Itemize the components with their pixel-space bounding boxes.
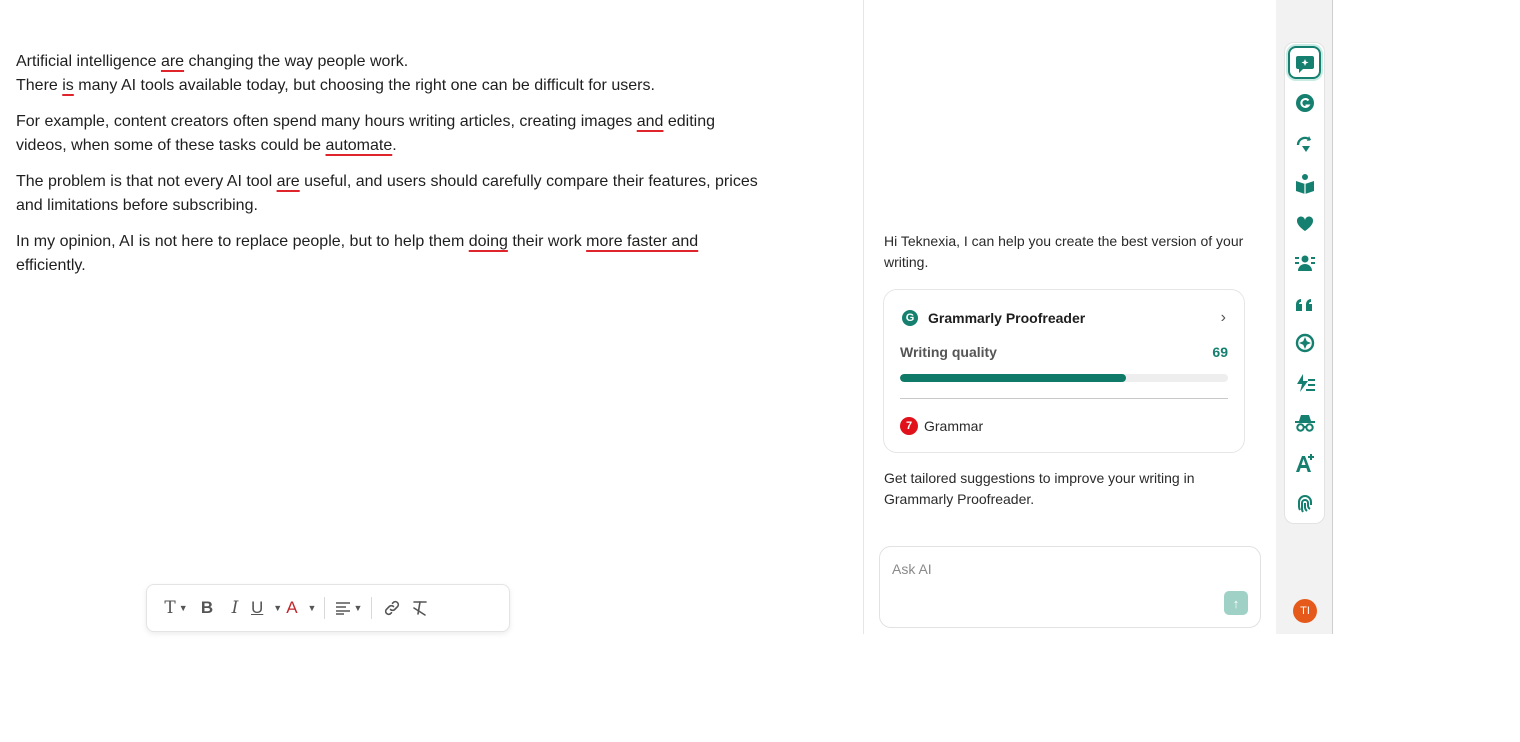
ask-ai-input[interactable]: [892, 561, 1192, 577]
tools-rail-box: [1284, 42, 1325, 524]
text-segment: For example, content creators often spen…: [16, 113, 637, 130]
align-left-icon: [335, 602, 350, 615]
chevron-down-icon: ▼: [307, 603, 317, 613]
text-segment: changing the way people work.: [184, 53, 409, 70]
text-segment: In my opinion, AI is not here to replace…: [16, 233, 469, 250]
rail-button-heart-hands[interactable]: [1288, 206, 1321, 239]
rail-button-incognito[interactable]: [1288, 406, 1321, 439]
document-text[interactable]: Artificial intelligence are changing the…: [16, 50, 816, 290]
proofreader-card[interactable]: G Grammarly Proofreader › Writing qualit…: [883, 289, 1245, 453]
grammar-label: Grammar: [924, 418, 984, 434]
quote-icon: [1295, 298, 1312, 311]
rail-button-ai-detector[interactable]: [1288, 326, 1321, 359]
paragraph[interactable]: In my opinion, AI is not here to replace…: [16, 230, 816, 278]
tailored-suggestions-text: Get tailored suggestions to improve your…: [884, 470, 1195, 507]
card-divider: [900, 398, 1228, 399]
document-editor[interactable]: Artificial intelligence are changing the…: [0, 0, 863, 634]
chevron-down-icon: ▼: [178, 603, 188, 613]
proofreader-card-header[interactable]: G Grammarly Proofreader ›: [902, 308, 1226, 328]
grammarly-logo-icon: G: [902, 310, 918, 326]
text-style-button[interactable]: T ▼: [161, 593, 191, 623]
font-plus-icon: [1295, 453, 1314, 472]
underline-icon: U: [251, 598, 264, 617]
chevron-down-icon: ▼: [353, 603, 363, 613]
text-segment: Artificial intelligence: [16, 53, 161, 70]
user-avatar[interactable]: TI: [1293, 599, 1317, 623]
grammar-count-badge: 7: [900, 417, 918, 435]
heart-hands-icon: [1296, 215, 1313, 231]
text-segment: useful, and users should carefully compa…: [299, 173, 758, 190]
rail-button-grammarly-logo[interactable]: [1288, 86, 1321, 119]
arrow-up-icon: ↑: [1232, 595, 1240, 611]
grammar-error-highlight[interactable]: more faster and: [586, 233, 698, 250]
chevron-right-icon[interactable]: ›: [1221, 309, 1226, 327]
chevron-down-icon: ▼: [273, 603, 283, 613]
chat-sparkle-icon: [1295, 55, 1314, 73]
rail-button-chat-sparkle[interactable]: [1288, 46, 1321, 79]
clear-format-icon: [413, 601, 428, 616]
text-segment: There: [16, 77, 63, 94]
assistant-greeting: Hi Teknexia, I can help you create the b…: [884, 233, 1244, 270]
paragraph[interactable]: The problem is that not every AI tool ar…: [16, 170, 816, 218]
ask-ai-box[interactable]: ↑: [879, 546, 1261, 628]
writing-quality-score: 69: [1212, 344, 1228, 360]
text-segment: their work: [507, 233, 587, 250]
rail-button-reader-book[interactable]: [1288, 166, 1321, 199]
writing-quality-row: Writing quality 69: [900, 344, 1228, 360]
rail-button-paraphrase[interactable]: [1288, 126, 1321, 159]
text-style-icon: T: [164, 598, 176, 618]
text-segment: The problem is that not every AI tool: [16, 173, 277, 190]
writing-quality-bar: [900, 374, 1228, 382]
toolbar-divider: [324, 597, 326, 619]
fingerprint-icon: [1297, 494, 1312, 513]
send-button[interactable]: ↑: [1224, 591, 1248, 615]
rail-button-quote[interactable]: [1288, 286, 1321, 319]
clear-format-button[interactable]: [408, 593, 432, 623]
grammar-error-highlight[interactable]: doing: [469, 233, 508, 250]
underline-button[interactable]: U ▼: [251, 593, 282, 623]
grammar-error-highlight[interactable]: are: [161, 53, 184, 70]
text-segment: efficiently.: [16, 257, 86, 274]
rail-button-font-plus[interactable]: [1288, 446, 1321, 479]
text-segment: many AI tools available today, but choos…: [73, 77, 655, 94]
paraphrase-icon: [1296, 135, 1311, 152]
grammar-issues-row[interactable]: 7 Grammar: [900, 417, 983, 435]
text-segment: editing: [663, 113, 716, 130]
font-color-button[interactable]: A ▼: [286, 593, 316, 623]
italic-icon: I: [231, 598, 239, 618]
writing-quality-label: Writing quality: [900, 344, 997, 360]
bold-button[interactable]: B: [195, 593, 219, 623]
bold-icon: B: [200, 598, 214, 617]
tools-rail: TI: [1276, 0, 1333, 634]
italic-button[interactable]: I: [223, 593, 247, 623]
grammar-error-highlight[interactable]: is: [62, 77, 74, 94]
paragraph[interactable]: Artificial intelligence are changing the…: [16, 50, 816, 98]
incognito-icon: [1294, 414, 1315, 432]
text-segment: .: [392, 137, 397, 154]
link-button[interactable]: [380, 593, 404, 623]
text-segment: videos, when some of these tasks could b…: [16, 137, 326, 154]
paragraph[interactable]: For example, content creators often spen…: [16, 110, 816, 158]
grammar-error-highlight[interactable]: and: [637, 113, 664, 130]
rail-button-fast-list[interactable]: [1288, 366, 1321, 399]
writing-quality-bar-fill: [900, 374, 1127, 382]
format-toolbar: T ▼ B I U ▼ A ▼ ▼: [146, 584, 510, 632]
rail-button-audience[interactable]: [1288, 246, 1321, 279]
proofreader-title: Grammarly Proofreader: [928, 310, 1086, 326]
font-color-icon: A: [286, 598, 298, 617]
toolbar-divider: [371, 597, 373, 619]
ai-detector-icon: [1295, 333, 1314, 352]
assistant-panel: Hi Teknexia, I can help you create the b…: [864, 0, 1276, 634]
text-segment: and limitations before subscribing.: [16, 197, 258, 214]
align-button[interactable]: ▼: [333, 593, 363, 623]
reader-book-icon: [1295, 173, 1314, 194]
fast-list-icon: [1296, 373, 1315, 392]
audience-icon: [1294, 255, 1315, 271]
rail-button-fingerprint[interactable]: [1288, 486, 1321, 519]
link-icon: [385, 600, 400, 616]
grammar-error-highlight[interactable]: automate: [326, 137, 393, 154]
grammar-error-highlight[interactable]: are: [277, 173, 300, 190]
grammarly-logo-icon: [1295, 93, 1314, 112]
